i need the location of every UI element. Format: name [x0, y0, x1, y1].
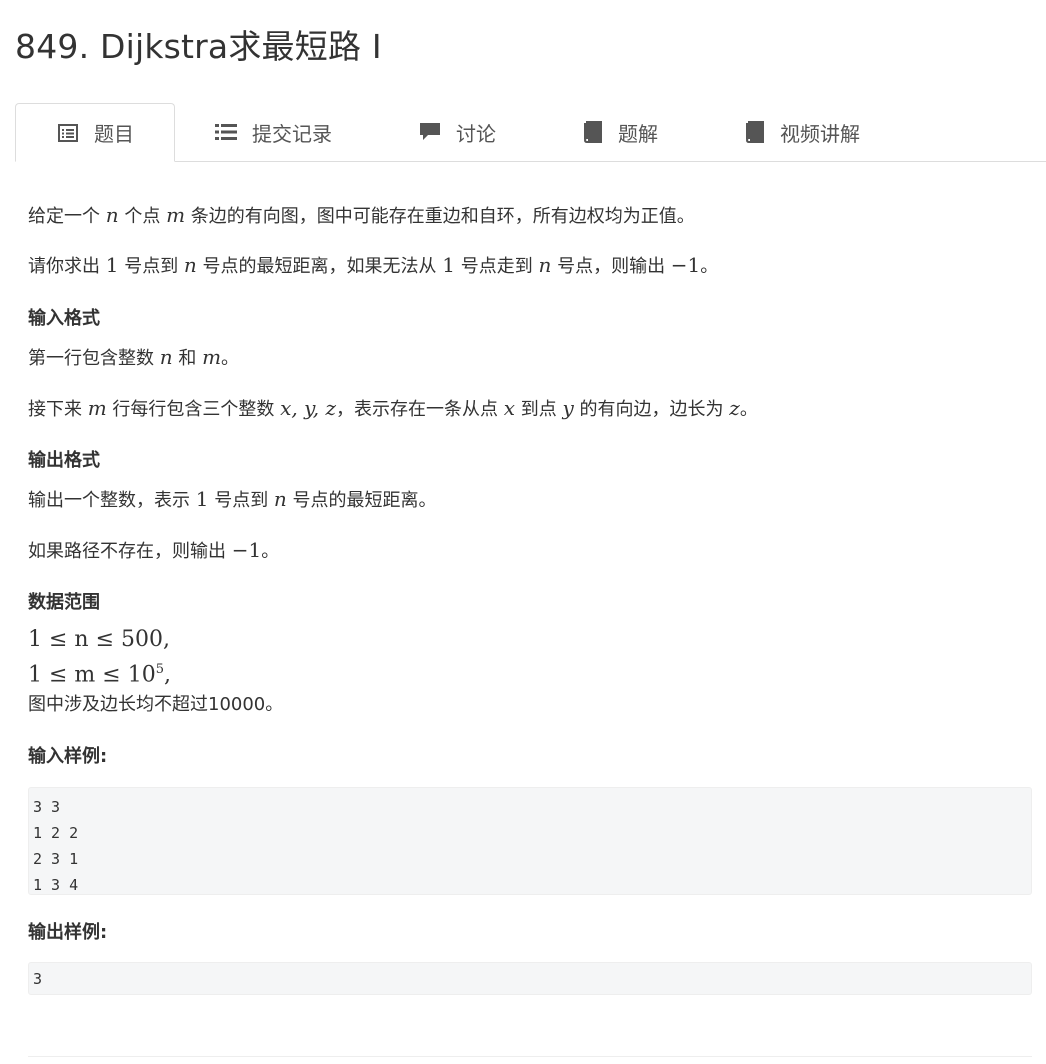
description-paragraph: 给定一个 n 个点 m 条边的有向图，图中可能存在重边和自环，所有边权均为正值。: [28, 202, 695, 230]
input-format-line: 接下来 m 行每行包含三个整数 x, y, z，表示存在一条从点 x 到点 y …: [28, 395, 758, 423]
tab-label: 题解: [618, 121, 658, 146]
math-number: 1: [195, 487, 209, 511]
text: 。: [261, 541, 280, 562]
text: 号点的最短距离，如果无法从: [196, 256, 443, 277]
math-m: m: [202, 345, 222, 369]
book-icon: [742, 120, 766, 144]
text: 给定一个: [28, 206, 106, 227]
text: 。: [739, 399, 758, 420]
math-number: 1: [105, 253, 119, 277]
list-alt-icon: [56, 121, 80, 145]
range-edge-length: 图中涉及边长均不超过10000。: [28, 694, 284, 715]
range-n: 1 ≤ n ≤ 500,: [28, 627, 170, 652]
text: 到点: [515, 399, 563, 420]
math-m: m: [166, 203, 186, 227]
text: 号点，则输出: [551, 256, 671, 277]
sample-input-code: 3 3 1 2 2 2 3 1 1 3 4: [28, 787, 1032, 895]
text: ,: [163, 662, 171, 688]
text: 如果路径不存在，则输出: [28, 541, 232, 562]
tab-submissions[interactable]: 提交记录: [214, 103, 332, 161]
book-icon: [580, 120, 604, 144]
math-n: n: [105, 203, 119, 227]
text: 号点到: [118, 256, 184, 277]
tab-label: 题目: [94, 122, 134, 146]
text: 号点走到: [455, 256, 539, 277]
tab-label: 视频讲解: [780, 121, 860, 146]
text: 第一行包含整数: [28, 348, 160, 369]
code-line: 3: [33, 970, 43, 988]
tab-problem[interactable]: 题目: [15, 103, 175, 162]
math-n: n: [159, 345, 173, 369]
code-line: 1 2 2: [33, 824, 79, 842]
divider: [28, 1056, 1032, 1057]
output-format-line: 输出一个整数，表示 1 号点到 n 号点的最短距离。: [28, 486, 437, 514]
code-line: 1 3 4: [33, 876, 79, 894]
math-m: m: [87, 396, 107, 420]
tab-label: 讨论: [456, 121, 496, 146]
range-m: 1 ≤ m ≤ 105,: [28, 657, 171, 688]
list-icon: [214, 120, 238, 144]
text: 1 ≤ m ≤ 10: [28, 662, 156, 688]
text: 号点的最短距离。: [286, 490, 437, 511]
math-n: n: [273, 487, 287, 511]
math-y: y: [562, 396, 574, 420]
tab-video[interactable]: 视频讲解: [742, 103, 860, 161]
math-number: −1: [231, 538, 262, 562]
code-line: 2 3 1: [33, 850, 79, 868]
text: ，表示存在一条从点: [336, 399, 504, 420]
problem-tabs: 题目 提交记录 讨论 题解 视频讲解: [15, 103, 1046, 162]
text: 的有向边，边长为: [573, 399, 730, 420]
input-format-heading: 输入格式: [28, 308, 100, 329]
text: 号点到: [208, 490, 274, 511]
text: 和: [172, 348, 203, 369]
tab-discussion[interactable]: 讨论: [418, 103, 496, 161]
text: 行每行包含三个整数: [106, 399, 281, 420]
comment-icon: [418, 120, 442, 144]
math-number: 1: [442, 253, 455, 277]
text: 接下来: [28, 399, 88, 420]
description-paragraph: 请你求出 1 号点到 n 号点的最短距离，如果无法从 1 号点走到 n 号点，则…: [28, 252, 718, 280]
text: 。: [700, 256, 719, 277]
code-line: 3 3: [33, 798, 61, 816]
text: 请你求出: [28, 256, 106, 277]
page-title: 849. Dijkstra求最短路 I: [15, 27, 382, 66]
sample-input-heading: 输入样例:: [28, 746, 108, 767]
math-n: n: [538, 253, 552, 277]
sample-output-code: 3: [28, 962, 1032, 995]
text: 输出一个整数，表示: [28, 490, 196, 511]
math-z: z: [729, 396, 740, 420]
math-number: −1: [670, 253, 701, 277]
data-range-heading: 数据范围: [28, 592, 100, 613]
output-format-heading: 输出格式: [28, 450, 100, 471]
exponent: 5: [155, 662, 164, 677]
math-x: x: [503, 396, 516, 420]
tab-label: 提交记录: [252, 121, 332, 146]
text: 个点: [118, 206, 167, 227]
math-n: n: [183, 253, 197, 277]
input-format-line: 第一行包含整数 n 和 m。: [28, 344, 239, 372]
sample-output-heading: 输出样例:: [28, 922, 108, 943]
tab-solutions[interactable]: 题解: [580, 103, 658, 161]
output-format-line: 如果路径不存在，则输出 −1。: [28, 537, 279, 565]
math-xyz: x, y, z: [280, 396, 337, 420]
text: 。: [221, 348, 240, 369]
text: 条边的有向图，图中可能存在重边和自环，所有边权均为正值。: [185, 206, 695, 227]
